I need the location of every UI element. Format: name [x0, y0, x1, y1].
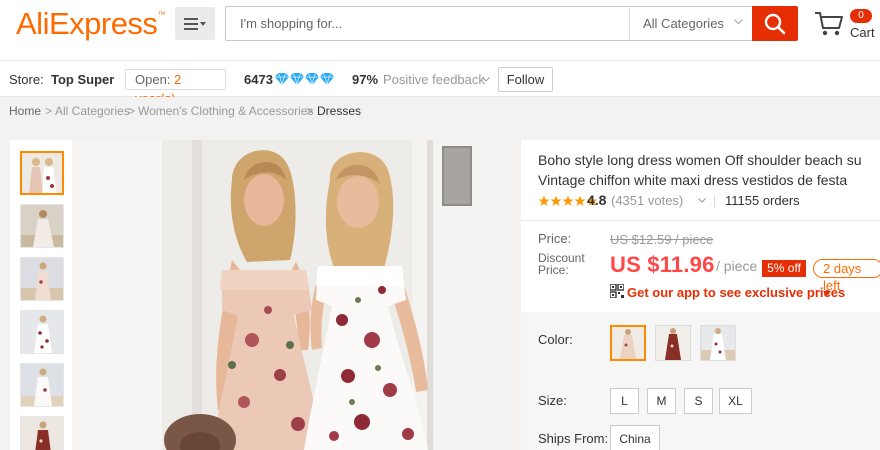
discount-price-label: Discount Price:	[538, 251, 585, 277]
feedback-percent: 97%	[352, 72, 379, 87]
cart-label: Cart	[850, 25, 875, 40]
color-swatch-3[interactable]	[700, 325, 736, 361]
star-icon	[574, 195, 586, 206]
positive-feedback-link[interactable]: Positive feedback	[383, 72, 485, 87]
store-info-bar: Store: Top Super Open: 2 year(s) 6473 97…	[0, 60, 880, 106]
color-label: Color:	[538, 332, 573, 347]
product-title-line: Boho style long dress women Off shoulder…	[538, 152, 862, 168]
breadcrumb-womens-clothing[interactable]: Women's Clothing & Accessories	[138, 104, 313, 118]
dress-photo-thumbnail	[22, 153, 62, 193]
store-label: Store:	[9, 72, 44, 87]
category-select-label: All Categories	[643, 16, 724, 31]
app-exclusive-prices-link[interactable]: Get our app to see exclusive prices	[627, 285, 845, 300]
product-content: Boho style long dress women Off shoulder…	[0, 125, 880, 450]
thumbnail-image-2[interactable]	[20, 204, 64, 248]
top-header: AliExpress™ All Categories 0 Cart	[0, 0, 880, 60]
store-name-link[interactable]: Top Super	[51, 72, 114, 87]
orders-count: 11155 orders	[725, 193, 800, 208]
store-diamond-rating	[275, 73, 334, 85]
diamond-icon	[290, 73, 304, 85]
rating-value: 4.8	[587, 192, 607, 208]
discount-price: US $11.96	[610, 252, 715, 277]
discount-badge: 5% off	[762, 260, 806, 277]
dress-photo-thumbnail	[21, 258, 63, 300]
size-option-l[interactable]: L	[610, 388, 639, 414]
diamond-icon	[320, 73, 334, 85]
ships-from-label: Ships From:	[538, 431, 609, 446]
dress-photo-thumbnail	[21, 364, 63, 406]
breadcrumb: Home > All Categories > Women's Clothing…	[0, 97, 880, 125]
size-option-m[interactable]: M	[647, 388, 676, 414]
cart-button[interactable]: 0 Cart	[814, 8, 880, 42]
size-label: Size:	[538, 393, 567, 408]
product-title: Boho style long dress women Off shoulder…	[538, 150, 880, 190]
caret-down-icon	[823, 291, 831, 296]
breadcrumb-all-categories[interactable]: All Categories	[55, 104, 130, 118]
dress-photo-thumbnail	[21, 205, 63, 247]
open-prefix: Open:	[135, 72, 171, 87]
divider	[521, 220, 880, 221]
thumbnail-image-5[interactable]	[20, 363, 64, 407]
follow-button[interactable]: Follow	[498, 67, 553, 92]
star-icon	[550, 195, 562, 206]
dress-photo-thumbnail	[21, 311, 63, 353]
diamond-icon	[305, 73, 319, 85]
search-button[interactable]	[752, 6, 798, 41]
chevron-down-icon	[482, 77, 490, 82]
product-info-panel: Boho style long dress women Off shoulder…	[521, 140, 880, 450]
star-icon	[562, 195, 574, 206]
qr-code-icon	[610, 284, 624, 298]
dress-models-photo	[72, 140, 520, 450]
color-swatch-image	[612, 327, 644, 359]
categories-menu-button[interactable]	[175, 7, 215, 40]
color-swatch-image	[656, 326, 690, 360]
aliexpress-logo[interactable]: AliExpress™	[16, 6, 165, 42]
days-left-badge: 2 days left	[813, 259, 880, 293]
color-swatch-2[interactable]	[655, 325, 691, 361]
product-title-line: Vintage chiffon white maxi dress vestido…	[538, 172, 848, 188]
price-label: Price:	[538, 231, 572, 246]
breadcrumb-current: Dresses	[317, 104, 362, 118]
divider	[714, 195, 715, 208]
hamburger-icon	[184, 17, 206, 30]
ships-from-china-option[interactable]: China	[610, 425, 660, 450]
votes-link[interactable]: (4351 votes)	[611, 193, 683, 208]
diamond-icon	[275, 73, 289, 85]
size-option-s[interactable]: S	[684, 388, 713, 414]
cart-count-badge: 0	[850, 9, 872, 23]
thumbnail-image-3[interactable]	[20, 257, 64, 301]
logo-text: AliExpress	[16, 6, 158, 41]
breadcrumb-separator: >	[306, 104, 314, 118]
search-icon	[764, 13, 786, 34]
main-product-image[interactable]	[72, 140, 520, 450]
search-bar: All Categories	[225, 6, 798, 41]
chevron-down-icon	[698, 198, 706, 203]
search-input[interactable]	[226, 7, 626, 40]
star-icon	[538, 195, 550, 206]
price-unit: / piece	[716, 258, 758, 274]
store-open-duration: Open: 2 year(s)	[125, 69, 226, 106]
chevron-down-icon	[734, 19, 743, 25]
thumbnail-image-4[interactable]	[20, 310, 64, 354]
store-score[interactable]: 6473	[244, 72, 273, 87]
image-gallery	[10, 140, 520, 450]
shopping-cart-icon	[815, 12, 843, 36]
thumbnail-image-1[interactable]	[20, 151, 64, 195]
breadcrumb-home[interactable]: Home	[9, 104, 41, 118]
color-swatch-1[interactable]	[610, 325, 646, 361]
breadcrumb-separator: >	[128, 104, 136, 118]
logo-trademark: ™	[157, 10, 165, 19]
size-option-xl[interactable]: XL	[719, 388, 752, 414]
thumbnail-image-6[interactable]	[20, 416, 64, 450]
category-select[interactable]: All Categories	[629, 7, 753, 40]
breadcrumb-separator: >	[45, 104, 53, 118]
color-swatch-image	[701, 326, 735, 360]
original-price: US $12.59 / piece	[610, 232, 714, 247]
dress-photo-thumbnail	[21, 417, 63, 450]
